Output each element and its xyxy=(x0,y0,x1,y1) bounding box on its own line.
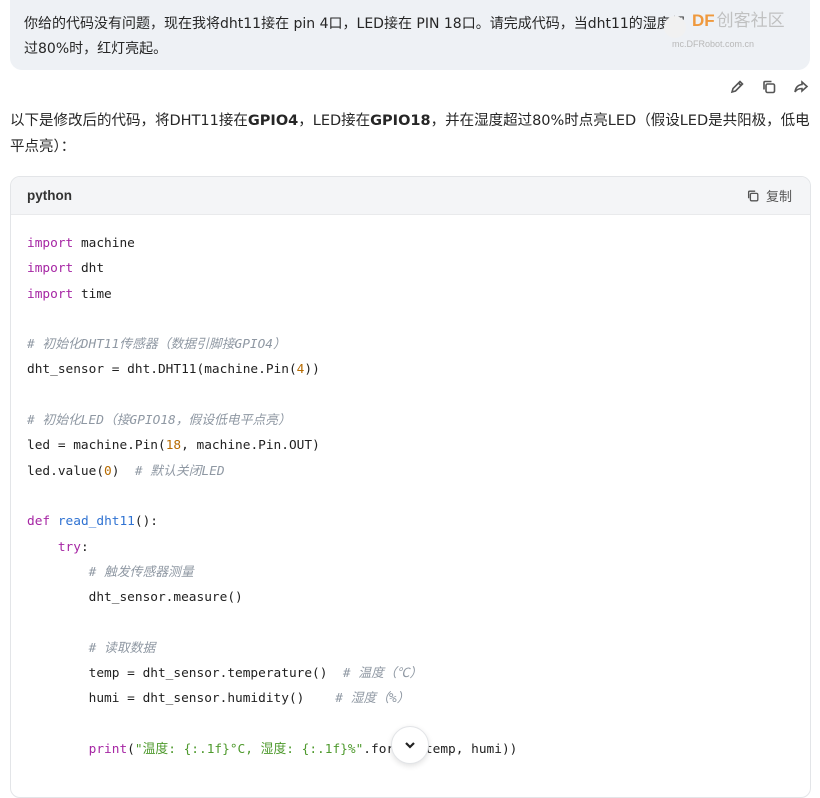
edit-button[interactable] xyxy=(728,78,746,96)
copy-message-button[interactable] xyxy=(760,78,778,96)
code-line: temp = dht_sensor.temperature() # 温度（℃） xyxy=(27,666,423,682)
chevron-down-icon xyxy=(405,742,415,749)
code-line: import dht xyxy=(27,261,105,277)
code-line: import machine xyxy=(27,236,135,251)
answer-intro: 以下是修改后的代码，将DHT11接在GPIO4，LED接在GPIO18，并在湿度… xyxy=(10,113,810,155)
code-line: led = machine.Pin(18, machine.Pin.OUT) xyxy=(27,438,320,454)
watermark-brand: DF 创客社区 xyxy=(692,11,785,30)
pencil-icon xyxy=(730,80,744,94)
code-line: import time xyxy=(27,286,112,302)
user-message-bubble: 你给的代码没有问题，现在我将dht11接在 pin 4口，LED接在 PIN 1… xyxy=(10,0,810,70)
code-line: # 初始化DHT11传感器（数据引脚接GPIO4） xyxy=(27,337,286,353)
copy-icon xyxy=(747,190,759,201)
code-line: # 初始化LED（接GPIO18，假设低电平点亮） xyxy=(27,413,291,429)
copy-code-button[interactable]: 复制 xyxy=(746,186,792,205)
code-block: python 复制 import machine import dht import… xyxy=(10,176,811,798)
code-line: dht_sensor.measure() xyxy=(27,590,243,606)
code-line: # 触发传感器测量 xyxy=(88,564,194,580)
code-line: dht_sensor = dht.DHT11(machine.Pin(4)) xyxy=(27,362,320,378)
code-line: # 读取数据 xyxy=(88,640,156,656)
code-line: led.value(0) # 默认关闭LED xyxy=(27,463,225,479)
code-line: humi = dht_sensor.humidity() # 湿度（%） xyxy=(27,691,410,707)
watermark: DF 创客社区 mc.DFRobot.com.cn xyxy=(664,8,794,49)
message-actions xyxy=(728,78,810,96)
code-line: try: xyxy=(57,539,89,555)
share-icon xyxy=(794,80,809,93)
user-message-text: 你给的代码没有问题，现在我将dht11接在 pin 4口，LED接在 PIN 1… xyxy=(24,16,685,57)
code-language-label: python xyxy=(27,188,72,203)
scroll-to-bottom-button[interactable] xyxy=(391,726,429,764)
copy-code-label: 复制 xyxy=(765,190,792,205)
code-line: def read_dht11(): xyxy=(27,514,159,530)
code-block-header: python 复制 xyxy=(11,177,810,215)
code-content: import machine import dht import time # 初始… xyxy=(11,215,810,762)
share-button[interactable] xyxy=(792,78,810,96)
watermark-url: mc.DFRobot.com.cn xyxy=(672,39,755,49)
copy-icon xyxy=(763,80,776,94)
